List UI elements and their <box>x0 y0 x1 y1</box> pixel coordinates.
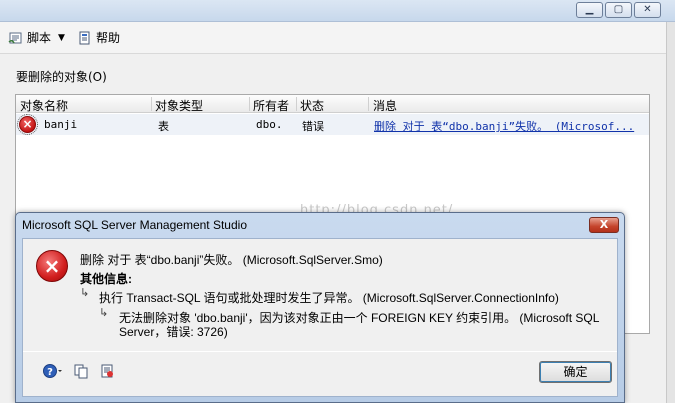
help-label: 帮助 <box>95 31 120 45</box>
column-header-status[interactable]: 状态 <box>300 97 324 114</box>
extra-info-heading: 其他信息: <box>80 272 132 286</box>
chevron-down-icon[interactable]: ▼ <box>58 33 65 43</box>
column-header-owner[interactable]: 所有者 <box>253 97 289 114</box>
detail-message-1: 执行 Transact-SQL 语句或批处理时发生了异常。 (Microsoft… <box>99 291 559 305</box>
dialog-divider <box>23 351 617 352</box>
help-button[interactable]: 帮助 <box>77 29 120 46</box>
row-object-type: 表 <box>158 120 169 133</box>
copy-icon[interactable] <box>73 363 89 379</box>
close-window-button[interactable]: ✕ <box>634 2 661 18</box>
dialog-title: Microsoft SQL Server Management Studio <box>22 218 247 232</box>
error-icon: × <box>36 250 68 282</box>
error-dialog: Microsoft SQL Server Management Studio X… <box>15 212 625 403</box>
minimize-button[interactable]: ▁ <box>576 2 603 18</box>
details-icon[interactable] <box>99 363 115 379</box>
window-controls: ▁ ▢ ✕ <box>576 2 661 18</box>
script-label: 脚本 <box>27 31 52 45</box>
toolbar: 脚本 ▼ 帮助 <box>0 22 666 54</box>
error-icon: × <box>17 114 38 135</box>
row-owner: dbo. <box>256 118 283 131</box>
window-titlebar: ▁ ▢ ✕ <box>0 0 675 22</box>
column-header-message[interactable]: 消息 <box>373 97 397 114</box>
dialog-close-button[interactable]: X <box>589 217 619 233</box>
detail-message-2-line2: Server，错误: 3726) <box>119 325 228 339</box>
column-divider <box>249 97 250 111</box>
dialog-body: × 删除 对于 表“dbo.banji”失败。 (Microsoft.SqlSe… <box>22 238 618 397</box>
tree-arrow-icon: ↳ <box>80 286 90 299</box>
maximize-button[interactable]: ▢ <box>605 2 632 18</box>
column-divider <box>151 97 152 111</box>
help-icon[interactable]: ? <box>43 363 63 379</box>
script-button[interactable]: 脚本 ▼ <box>8 29 71 46</box>
column-divider <box>368 97 369 111</box>
dialog-footer-icons: ? <box>43 363 115 379</box>
row-object-name: banji <box>44 118 78 131</box>
help-doc-icon <box>79 31 90 44</box>
scrollbar-strip[interactable] <box>666 22 675 403</box>
table-row[interactable]: × banji 表 dbo. 错误 删除 对于 表“dbo.banji”失败。 … <box>16 114 649 135</box>
column-divider <box>296 97 297 111</box>
main-error-message: 删除 对于 表“dbo.banji”失败。 (Microsoft.SqlServ… <box>80 253 383 267</box>
ok-button[interactable]: 确定 <box>539 361 612 383</box>
row-status: 错误 <box>302 120 324 133</box>
objects-to-delete-label: 要删除的对象(O) <box>16 70 107 84</box>
script-icon <box>8 32 22 43</box>
column-header-type[interactable]: 对象类型 <box>155 97 203 114</box>
tree-arrow-icon: ↳ <box>99 306 109 319</box>
row-message-link[interactable]: 删除 对于 表“dbo.banji”失败。 (Microsof... <box>374 118 634 134</box>
svg-text:?: ? <box>47 367 53 378</box>
grid-header: 对象名称 对象类型 所有者 状态 消息 <box>16 95 649 113</box>
column-header-name[interactable]: 对象名称 <box>20 97 68 114</box>
